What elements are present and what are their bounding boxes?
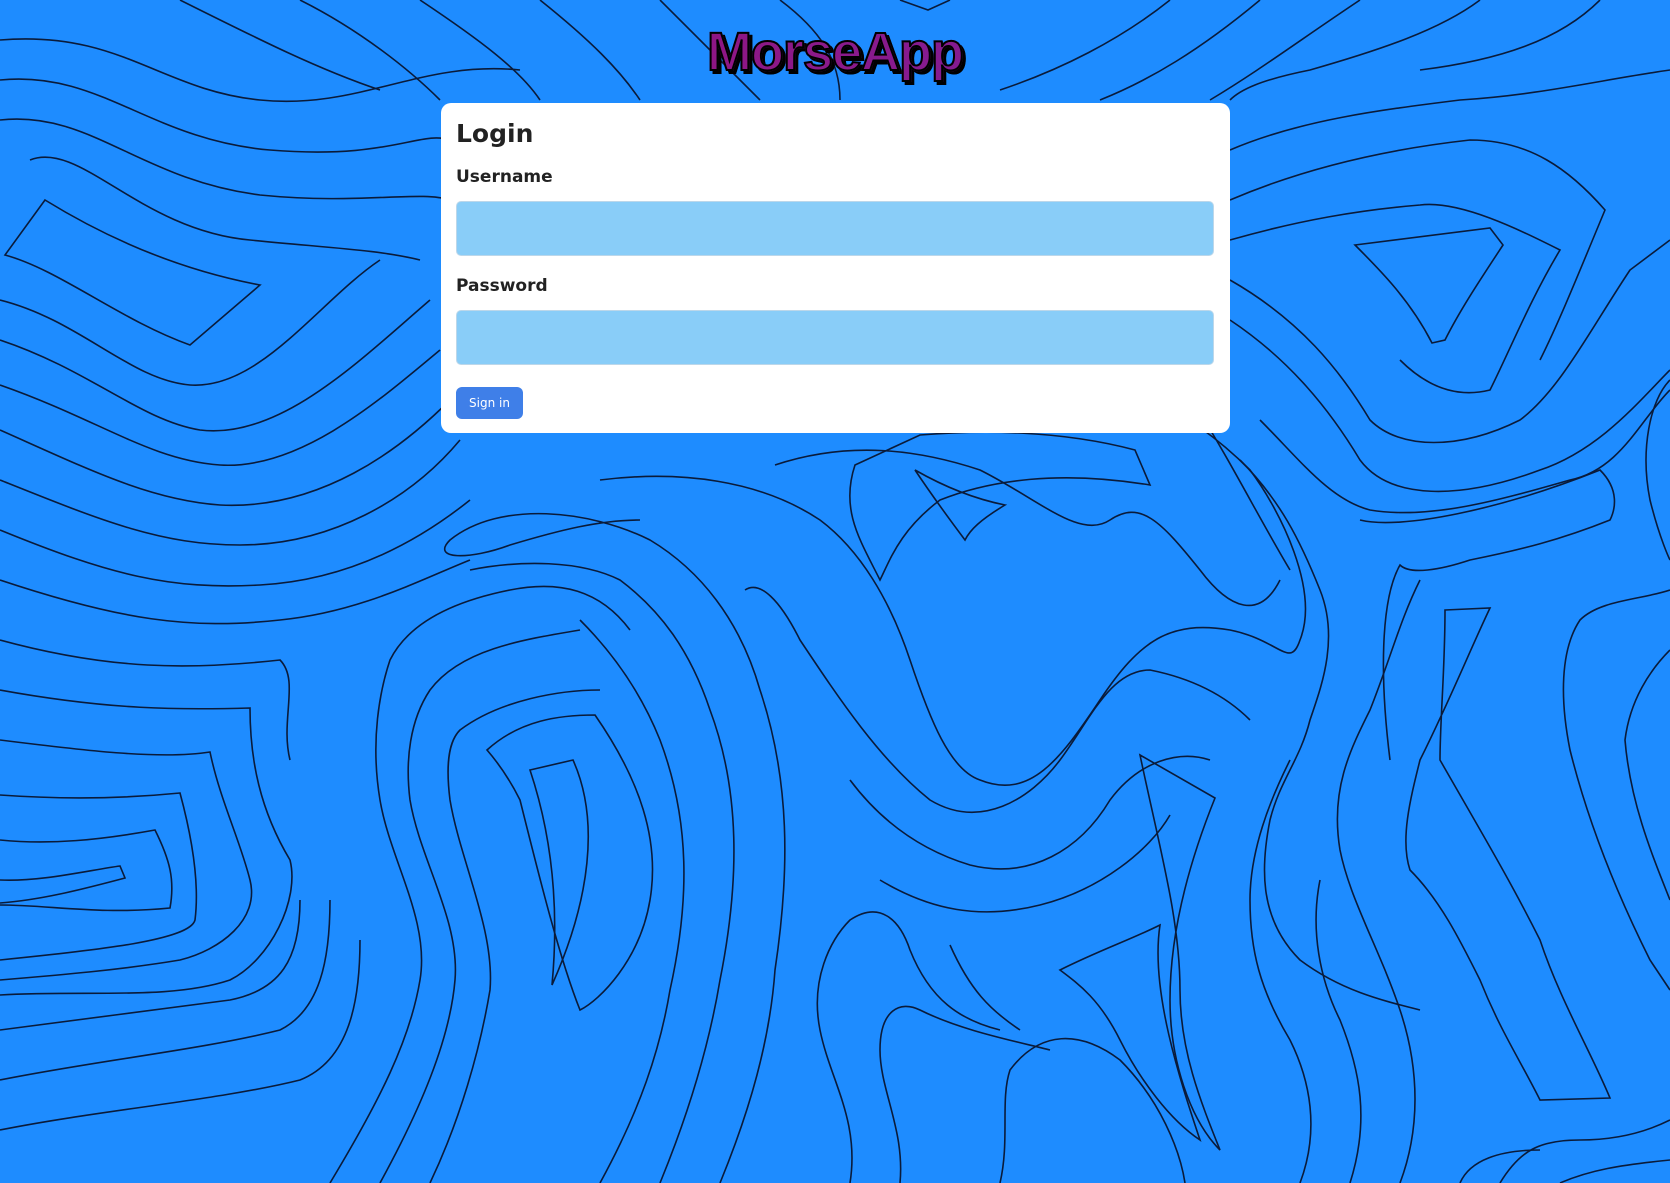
sign-in-button[interactable]: Sign in [456,387,523,419]
app-logo: MorseApp [0,21,1670,83]
login-card: Login Username Password Sign in [441,103,1230,433]
username-label: Username [456,167,553,187]
password-input[interactable] [456,310,1214,365]
password-label: Password [456,276,548,296]
login-title: Login [456,119,534,148]
username-input[interactable] [456,201,1214,256]
